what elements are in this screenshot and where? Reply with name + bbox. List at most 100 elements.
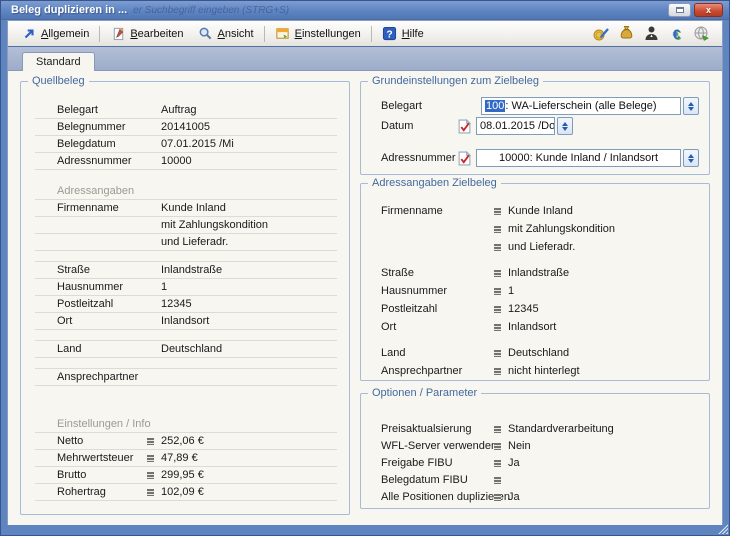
field-value: Deutschland [161, 343, 337, 355]
field-value: Ja [508, 457, 699, 469]
datum-label: Datum [381, 120, 458, 132]
field-value: Inlandstraße [161, 264, 337, 276]
groupbox-title: Grundeinstellungen zum Zielbeleg [368, 75, 543, 87]
value-bullet-icon [494, 494, 501, 501]
field-value: und Lieferadr. [161, 236, 337, 248]
field-row [35, 386, 337, 416]
tab-standard[interactable]: Standard [22, 52, 95, 71]
adressnummer-row: Adressnummer 10000: Kunde Inland / Inlan… [381, 148, 699, 168]
menu-separator [99, 26, 100, 42]
field-label: Firmenname [35, 202, 161, 214]
field-value-text: 1 [508, 285, 514, 297]
checkmark-page-icon[interactable] [458, 119, 471, 134]
datum-input[interactable]: 08.01.2015 /Do [476, 117, 555, 135]
value-bullet-icon [494, 288, 501, 295]
field-row: Ort Inlandsort [381, 318, 699, 336]
field-value: mit Zahlungskondition [161, 219, 337, 231]
value-bullet-icon [494, 244, 501, 251]
field-row: Belegdatum 07.01.2015 /Mi [35, 136, 337, 153]
field-value-text: mit Zahlungskondition [508, 223, 615, 235]
field-value: Inlandsort [508, 321, 699, 333]
field-label: Hausnummer [381, 285, 508, 297]
field-value-text: Inlandstraße [508, 267, 569, 279]
field-value-text: 299,95 € [161, 469, 204, 481]
field-value-text: nicht hinterlegt [508, 365, 580, 377]
restore-icon [676, 7, 684, 13]
field-row: Postleitzahl 12345 [381, 300, 699, 318]
field-value-text: Nein [508, 440, 531, 452]
belegart-text: : WA-Lieferschein (alle Belege) [505, 100, 656, 112]
restore-window-button[interactable] [668, 3, 691, 17]
adressnummer-spinner[interactable] [683, 149, 699, 167]
window-title: Beleg duplizieren in ... [11, 4, 127, 16]
field-value-text: 1 [161, 281, 167, 293]
euro-icon[interactable]: € [668, 25, 685, 42]
field-value-text: und Lieferadr. [508, 241, 575, 253]
value-bullet-icon [494, 443, 501, 450]
field-row [35, 358, 337, 369]
datum-row: Datum 08.01.2015 /Do [381, 116, 699, 136]
field-value: Kunde Inland [161, 202, 337, 214]
adressnummer-select[interactable]: 10000: Kunde Inland / Inlandsort [476, 149, 681, 167]
value-bullet-icon [494, 368, 501, 375]
menu-item-einstellungen[interactable]: Einstellungen [268, 24, 368, 44]
right-column: Grundeinstellungen zum Zielbeleg Belegar… [360, 81, 710, 515]
tab-content: Quellbeleg Belegart Auftrag Belegnummer … [8, 71, 722, 525]
field-row: Postleitzahl 12345 [35, 296, 337, 313]
coin-pen-icon[interactable] [593, 25, 610, 42]
menu-item-hilfe[interactable]: ? Hilfe [375, 24, 431, 44]
close-window-button[interactable]: x [694, 3, 723, 17]
field-row [381, 256, 699, 264]
search-hint-text: er Suchbegriff eingeben (STRG+S) [133, 5, 289, 16]
menu-item-ansicht[interactable]: Ansicht [191, 24, 261, 44]
person-icon[interactable] [643, 25, 660, 42]
field-label: Netto [35, 435, 161, 447]
field-row: Belegnummer 20141005 [35, 119, 337, 136]
field-value-text: 07.01.2015 /Mi [161, 138, 234, 150]
field-label: Belegdatum [35, 138, 161, 150]
belegart-spinner[interactable] [683, 97, 699, 115]
value-bullet-icon [494, 350, 501, 357]
field-row: Land Deutschland [35, 341, 337, 358]
spin-down-icon [688, 159, 694, 163]
field-value-text: Auftrag [161, 104, 196, 116]
field-value: 20141005 [161, 121, 337, 133]
document-pen-icon [110, 26, 126, 42]
field-row: Ort Inlandsort [35, 313, 337, 330]
field-row: mit Zahlungskondition [381, 220, 699, 238]
groupbox-adressangaben-zielbeleg: Adressangaben Zielbeleg Firmenname Kunde… [360, 183, 710, 381]
resize-grip[interactable] [717, 523, 728, 534]
field-row: Straße Inlandstraße [381, 264, 699, 282]
money-bag-icon[interactable] [618, 25, 635, 42]
field-row: Land Deutschland [381, 344, 699, 362]
field-label: Ansprechpartner [35, 371, 161, 383]
belegart-label: Belegart [381, 100, 481, 112]
value-bullet-icon [494, 477, 501, 484]
field-label: Postleitzahl [381, 303, 508, 315]
field-value-text: Standardverarbeitung [508, 423, 614, 435]
menu-item-allgemein[interactable]: Allgemein [14, 24, 96, 44]
datum-spinner[interactable] [557, 117, 573, 135]
field-row: Netto 252,06 € [35, 433, 337, 450]
field-label: Straße [381, 267, 508, 279]
spin-down-icon [562, 127, 568, 131]
menu-label: Einstellungen [295, 28, 361, 40]
package-globe-icon[interactable] [693, 25, 710, 42]
checkmark-page-icon[interactable] [458, 151, 471, 166]
field-value: Kunde Inland [508, 205, 699, 217]
belegart-select[interactable]: 100 : WA-Lieferschein (alle Belege) [481, 97, 681, 115]
menu-item-bearbeiten[interactable]: Bearbeiten [103, 24, 190, 44]
field-value: 10000 [161, 155, 337, 167]
field-label: Postleitzahl [35, 298, 161, 310]
value-bullet-icon [494, 460, 501, 467]
value-bullet-icon [494, 226, 501, 233]
field-label: Straße [35, 264, 161, 276]
titlebar[interactable]: Beleg duplizieren in ... er Suchbegriff … [1, 1, 729, 20]
value-bullet-icon [494, 270, 501, 277]
spin-up-icon [688, 102, 694, 106]
field-row: Brutto 299,95 € [35, 467, 337, 484]
field-row: Hausnummer 1 [35, 279, 337, 296]
field-row: und Lieferadr. [381, 238, 699, 256]
tab-strip: Standard [8, 47, 722, 71]
field-label: Freigabe FIBU [381, 457, 508, 469]
